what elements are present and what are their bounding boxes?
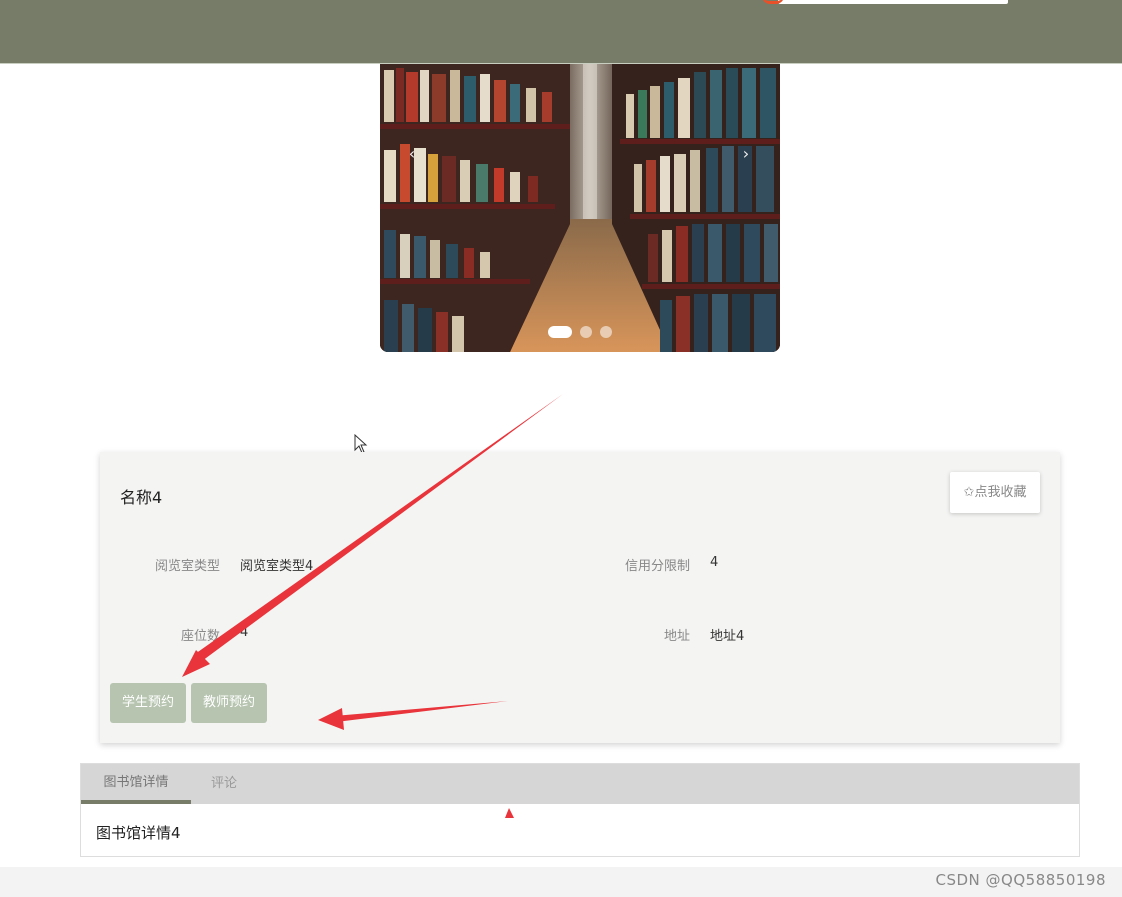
- tab-library-details[interactable]: 图书馆详情: [81, 764, 191, 804]
- address-value: 地址4: [710, 629, 745, 644]
- room-title: 名称4: [120, 488, 163, 507]
- carousel-indicators: [380, 326, 780, 338]
- credit-limit-value: 4: [710, 555, 719, 570]
- carousel-dot[interactable]: [548, 326, 572, 338]
- carousel-prev-button[interactable]: ‹: [400, 142, 424, 166]
- credit-limit-label: 信用分限制: [624, 559, 690, 574]
- chevron-left-icon: ‹: [408, 144, 416, 163]
- room-type-value: 阅览室类型4: [240, 559, 314, 574]
- tab-header: 图书馆详情 评论: [81, 764, 1079, 804]
- header-bar: [0, 0, 1122, 64]
- carousel-next-button[interactable]: ›: [734, 142, 758, 166]
- carousel-dot[interactable]: [580, 326, 592, 338]
- teacher-reserve-button[interactable]: 教师预约: [191, 683, 267, 723]
- library-shelves-image: [380, 64, 780, 352]
- carousel-dot[interactable]: [600, 326, 612, 338]
- seat-count-label: 座位数: [180, 629, 220, 644]
- tab-comments[interactable]: 评论: [191, 764, 257, 804]
- search-input[interactable]: [778, 0, 1008, 4]
- detail-tabs: 图书馆详情 评论 图书馆详情4: [80, 763, 1080, 857]
- tab-content: 图书馆详情4: [96, 824, 181, 842]
- student-reserve-button[interactable]: 学生预约: [110, 683, 186, 723]
- watermark: CSDN @QQ58850198: [935, 871, 1106, 889]
- footer: CSDN @QQ58850198: [0, 867, 1122, 897]
- address-label: 地址: [663, 629, 690, 644]
- room-type-label: 阅览室类型: [154, 559, 220, 574]
- seat-count-value: 4: [240, 625, 249, 640]
- image-carousel[interactable]: ‹ ›: [380, 64, 780, 352]
- reading-room-detail-card: 名称4 ✩点我收藏 阅览室类型 阅览室类型4 信用分限制 4 座位数 4 地址 …: [100, 452, 1060, 743]
- favorite-button[interactable]: ✩点我收藏: [950, 472, 1040, 513]
- chevron-right-icon: ›: [742, 144, 750, 163]
